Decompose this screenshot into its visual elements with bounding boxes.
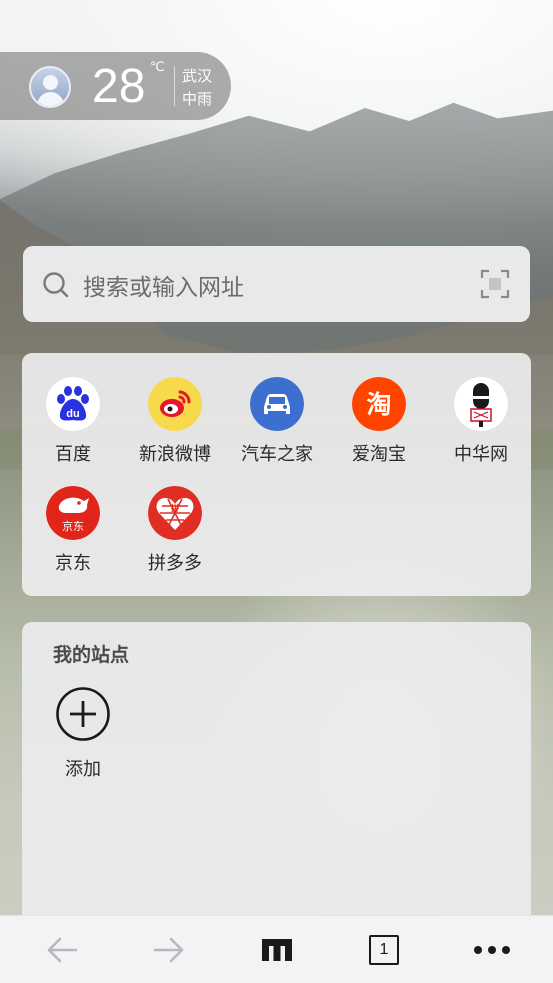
weather-city: 武汉 [182, 67, 213, 85]
quick-sites-panel: du 百度 新浪微博 汽车之家 淘 爱淘宝 中华网 京东 京东 拼 拼多多 [22, 353, 531, 596]
search-icon [43, 272, 69, 298]
quick-site-label: 中华网 [454, 444, 508, 465]
temperature: 28 [92, 60, 146, 113]
weibo-icon [148, 377, 202, 431]
quick-site-pinduoduo[interactable]: 拼 拼多多 [124, 486, 226, 586]
quick-site-weibo[interactable]: 新浪微博 [124, 377, 226, 477]
add-site-label: 添加 [65, 759, 101, 780]
quick-site-label: 新浪微博 [139, 444, 211, 465]
scan-icon[interactable] [480, 269, 510, 299]
bottom-toolbar: 1 [0, 915, 553, 983]
add-site-button[interactable] [55, 686, 111, 742]
autohome-icon [250, 377, 304, 431]
quick-site-label: 爱淘宝 [352, 444, 406, 465]
weather-widget[interactable]: 28 ℃ 武汉 中雨 [0, 52, 231, 120]
tab-count: 1 [369, 935, 399, 965]
quick-site-taobao[interactable]: 淘 爱淘宝 [328, 377, 430, 477]
quick-site-baidu[interactable]: du 百度 [22, 377, 124, 477]
home-icon [262, 939, 292, 961]
svg-text:京东: 京东 [62, 519, 84, 533]
quick-site-label: 拼多多 [148, 553, 202, 574]
more-icon [474, 946, 510, 954]
menu-button[interactable] [437, 916, 547, 983]
tabs-button[interactable]: 1 [329, 916, 439, 983]
avatar[interactable] [29, 66, 71, 108]
back-arrow-icon [47, 937, 78, 963]
svg-text:du: du [66, 408, 79, 420]
forward-arrow-icon [153, 937, 184, 963]
taobao-icon: 淘 [352, 377, 406, 431]
search-bar[interactable]: 搜索或输入网址 [23, 246, 530, 322]
forward-button[interactable] [114, 916, 224, 983]
back-button[interactable] [7, 916, 117, 983]
baidu-icon: du [46, 377, 100, 431]
quick-site-label: 京东 [55, 553, 91, 574]
quick-site-jd[interactable]: 京东 京东 [22, 486, 124, 586]
my-sites-panel: 我的站点 添加 [22, 622, 531, 922]
china-com-icon [454, 377, 508, 431]
weather-condition: 中雨 [182, 90, 213, 108]
jd-icon: 京东 [46, 486, 100, 540]
pinduoduo-icon: 拼 [148, 486, 202, 540]
quick-site-label: 汽车之家 [241, 444, 313, 465]
svg-text:淘: 淘 [366, 390, 391, 419]
quick-site-label: 百度 [55, 444, 91, 465]
weather-divider [174, 66, 175, 106]
search-input[interactable]: 搜索或输入网址 [83, 268, 244, 302]
svg-text:拼: 拼 [171, 503, 179, 513]
temperature-unit: ℃ [150, 60, 165, 75]
home-button[interactable] [222, 916, 332, 983]
my-sites-title: 我的站点 [53, 644, 130, 666]
quick-site-china-com[interactable]: 中华网 [430, 377, 532, 477]
quick-site-autohome[interactable]: 汽车之家 [226, 377, 328, 477]
